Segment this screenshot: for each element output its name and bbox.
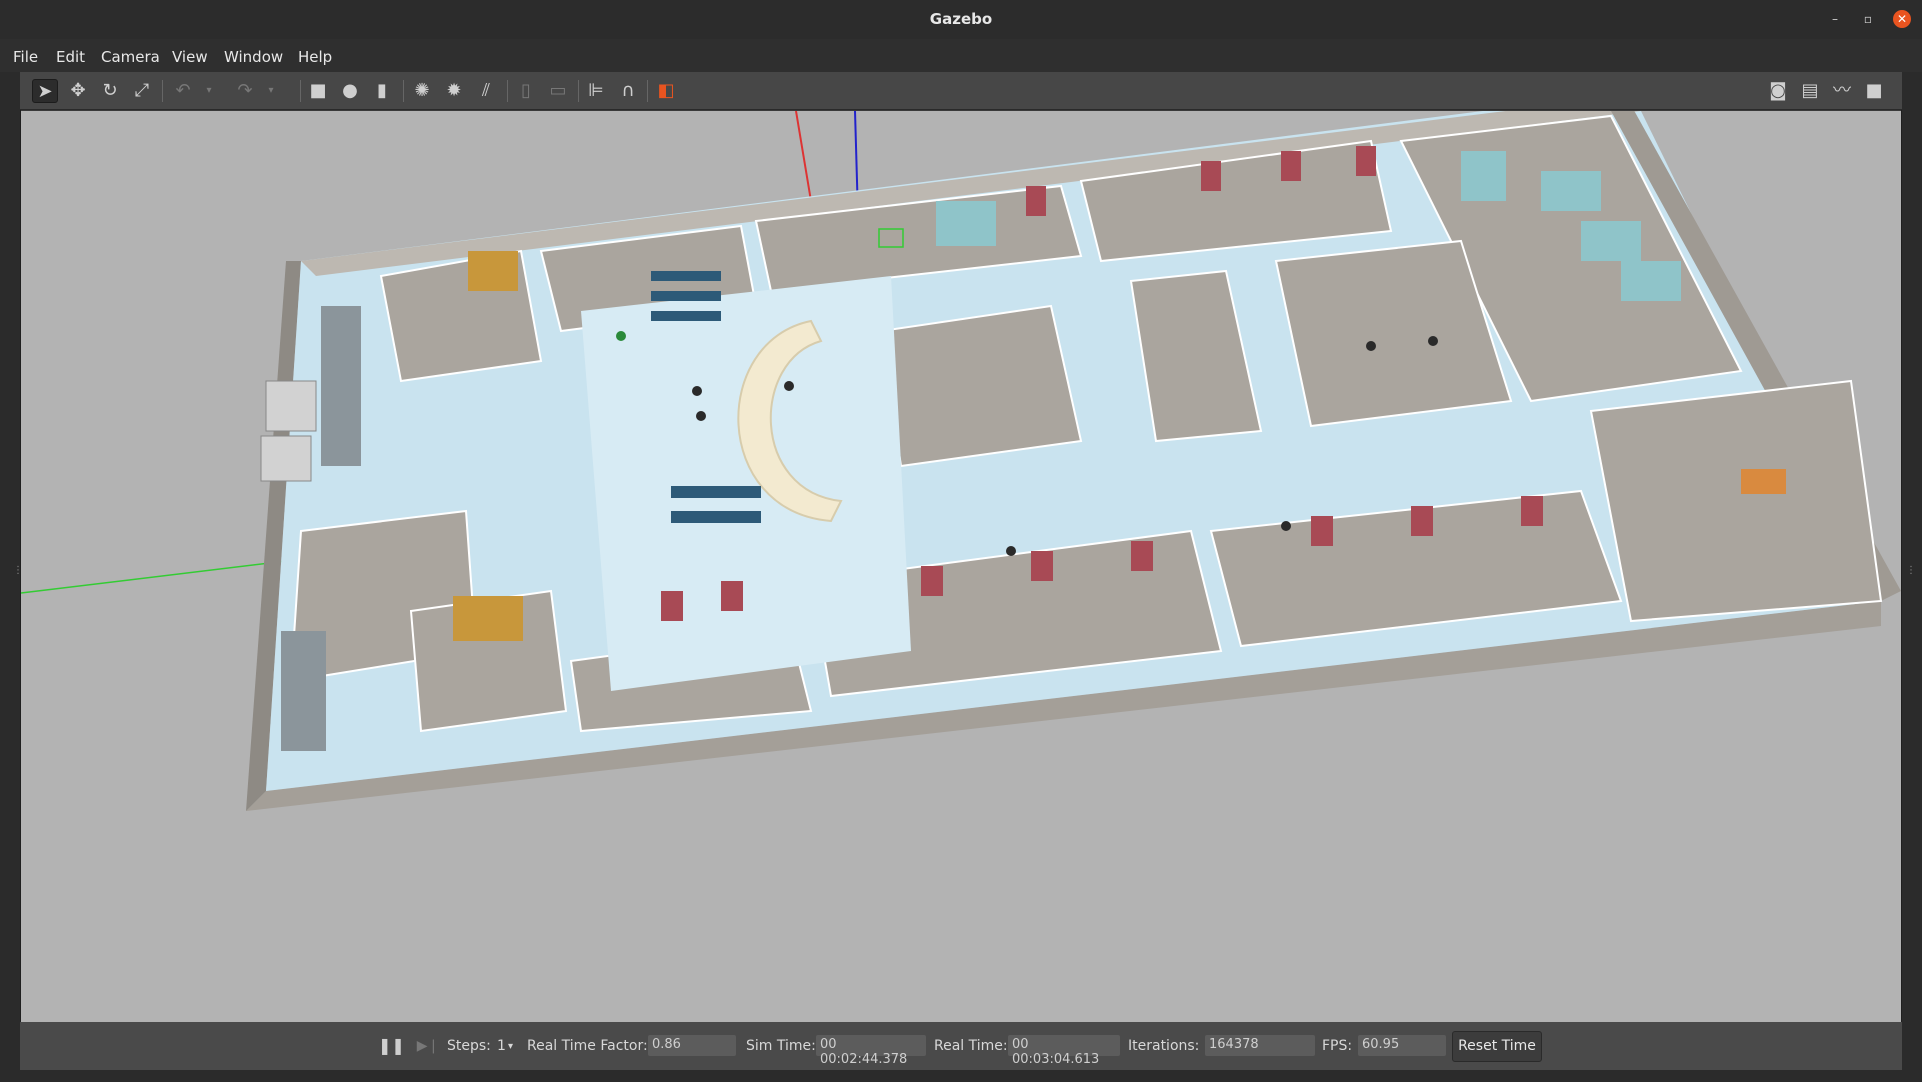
- view-angle-icon[interactable]: ◧: [653, 79, 679, 103]
- cylinder-icon[interactable]: ▮: [369, 79, 395, 103]
- title-bar: Gazebo – ▫ ✕: [0, 0, 1922, 39]
- undo-icon[interactable]: ↶: [170, 79, 196, 103]
- left-panel-grip[interactable]: ⋮: [13, 565, 23, 579]
- point-light-icon[interactable]: ✺: [409, 79, 435, 103]
- menu-bar: File Edit Camera View Window Help: [0, 39, 1922, 72]
- scale-icon[interactable]: ⤢: [129, 79, 155, 103]
- select-icon[interactable]: ➤: [32, 79, 58, 103]
- x-axis-line: [795, 111, 812, 202]
- real-time-label: Real Time:: [934, 1038, 1008, 1054]
- menu-file[interactable]: File: [13, 48, 38, 66]
- toolbar-separator: [578, 80, 579, 102]
- lobby-floor: [581, 276, 911, 691]
- fps-field: 60.95: [1358, 1035, 1446, 1056]
- menu-help[interactable]: Help: [298, 48, 332, 66]
- record-video-icon[interactable]: ■: [1861, 79, 1887, 103]
- real-time-field: 00 00:03:04.613: [1008, 1035, 1120, 1067]
- toolbar-separator: [162, 80, 163, 102]
- rtf-field: 0.86: [648, 1035, 736, 1056]
- window-title: Gazebo: [929, 10, 993, 28]
- boxes-east: [1741, 469, 1786, 494]
- staircase-south: [281, 631, 326, 751]
- paste-icon[interactable]: ▭: [545, 79, 571, 103]
- redo-dropdown-icon[interactable]: ▾: [258, 79, 284, 103]
- toolbar-separator: [300, 80, 301, 102]
- directional-light-icon[interactable]: ⫽: [473, 79, 499, 103]
- hospital-scene: [21, 111, 1901, 811]
- screenshot-icon[interactable]: ◙: [1765, 79, 1791, 103]
- fps-label: FPS:: [1322, 1038, 1353, 1054]
- sim-time-field: 00 00:02:44.378: [816, 1035, 926, 1067]
- scene-viewport[interactable]: [21, 111, 1901, 1022]
- log-icon[interactable]: ▤: [1797, 79, 1823, 103]
- spot-light-icon[interactable]: ✹: [441, 79, 467, 103]
- rtf-label: Real Time Factor:: [527, 1038, 648, 1054]
- elevator-north: [265, 380, 317, 432]
- toolbar-separator: [647, 80, 648, 102]
- menu-edit[interactable]: Edit: [56, 48, 85, 66]
- minimize-icon[interactable]: –: [1826, 10, 1844, 28]
- toolbar-separator: [507, 80, 508, 102]
- menu-camera[interactable]: Camera: [101, 48, 160, 66]
- boxes-north: [468, 251, 518, 291]
- boxes-south: [453, 596, 523, 641]
- toolbar-separator: [403, 80, 404, 102]
- maximize-icon[interactable]: ▫: [1859, 10, 1877, 28]
- pause-icon[interactable]: ❚❚: [378, 1034, 405, 1058]
- translate-icon[interactable]: ✥: [65, 79, 91, 103]
- rotate-icon[interactable]: ↻: [97, 79, 123, 103]
- steps-dropdown-icon[interactable]: ▾: [508, 1041, 513, 1052]
- steps-value[interactable]: 1: [497, 1038, 506, 1054]
- undo-dropdown-icon[interactable]: ▾: [196, 79, 222, 103]
- copy-icon[interactable]: ▯: [513, 79, 539, 103]
- step-icon[interactable]: ▶❘: [415, 1034, 441, 1058]
- redo-icon[interactable]: ↷: [232, 79, 258, 103]
- close-icon[interactable]: ✕: [1893, 10, 1911, 28]
- staircase-north: [321, 306, 361, 466]
- menu-view[interactable]: View: [172, 48, 208, 66]
- menu-window[interactable]: Window: [224, 48, 283, 66]
- steps-label: Steps:: [447, 1038, 491, 1054]
- elevator-south: [260, 435, 312, 482]
- reset-time-button[interactable]: Reset Time: [1452, 1031, 1542, 1062]
- iterations-label: Iterations:: [1128, 1038, 1200, 1054]
- room-central-a: [879, 304, 1083, 468]
- iterations-field: 164378: [1205, 1035, 1315, 1056]
- waiting-chairs-north: [651, 271, 721, 321]
- status-bar: ❚❚ ▶❘ Steps: 1 ▾ Real Time Factor: 0.86 …: [20, 1022, 1902, 1070]
- toolbar: ➤ ✥ ↻ ⤢ ↶ ▾ ↷ ▾ ■ ● ▮ ✺ ✹ ⫽ ▯ ▭ ⊫ ∩ ◧ ◙ …: [20, 72, 1902, 110]
- room-storage-east: [1589, 379, 1883, 623]
- sim-time-label: Sim Time:: [746, 1038, 816, 1054]
- snap-icon[interactable]: ∩: [615, 79, 641, 103]
- sphere-icon[interactable]: ●: [337, 79, 363, 103]
- right-panel-grip[interactable]: ⋮: [1906, 565, 1916, 579]
- plot-icon[interactable]: 〰: [1829, 79, 1855, 103]
- box-icon[interactable]: ■: [305, 79, 331, 103]
- align-icon[interactable]: ⊫: [583, 79, 609, 103]
